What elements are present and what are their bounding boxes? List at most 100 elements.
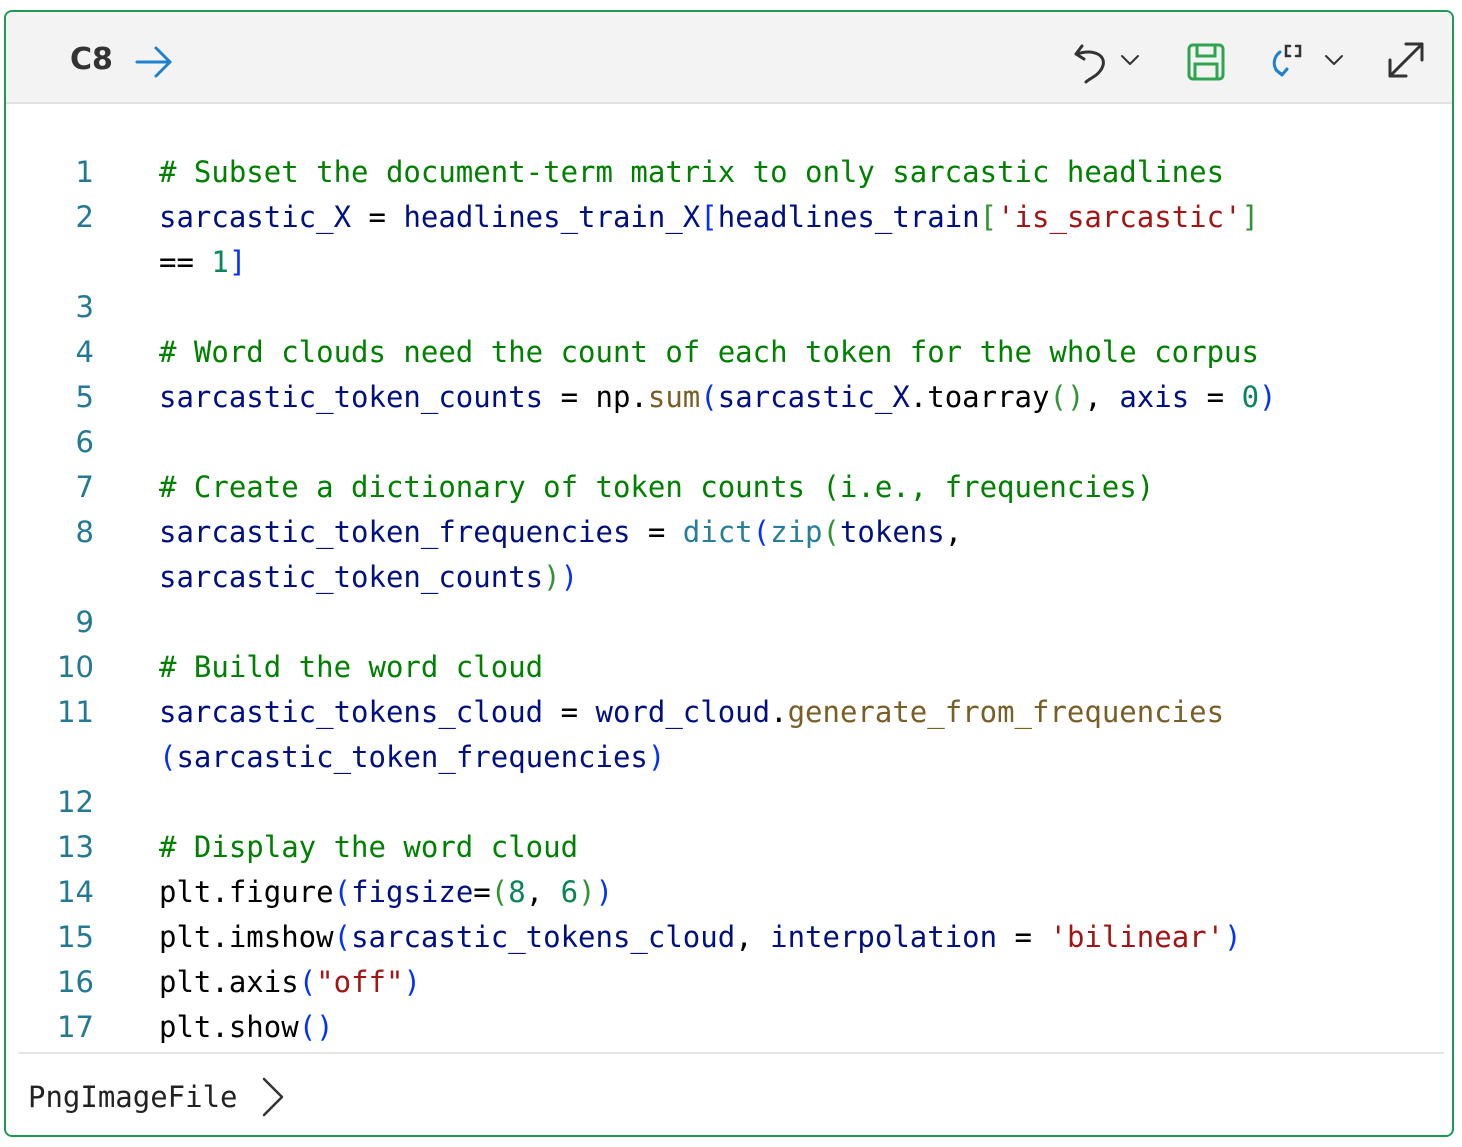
code-token: 1	[211, 245, 229, 279]
code-token: sum	[647, 380, 701, 414]
code-token: "off"	[316, 965, 404, 999]
code-token: 0	[1241, 380, 1260, 414]
code-line[interactable]: 3	[6, 285, 1452, 330]
code-line[interactable]: 4 # Word clouds need the count of each to…	[6, 330, 1452, 375]
code-token: .	[770, 695, 788, 729]
line-number: 13	[57, 830, 94, 864]
code-text: # Display the word cloud	[159, 825, 578, 870]
code-token: sarcastic_token_counts	[159, 560, 544, 594]
output-divider	[18, 1052, 1444, 1054]
code-token: (	[700, 380, 718, 414]
code-token: plt.axis	[159, 965, 299, 999]
code-text: sarcastic_X = headlines_train_X[headline…	[159, 195, 1259, 240]
code-token: headlines_train	[717, 200, 980, 234]
code-token: ]	[1241, 200, 1260, 234]
code-token: (	[490, 875, 509, 909]
line-number: 7	[75, 470, 94, 504]
code-line[interactable]: 17 plt.show()	[6, 1005, 1452, 1050]
arrow-right-icon[interactable]	[134, 42, 174, 82]
code-line[interactable]: 13 # Display the word cloud	[6, 825, 1452, 870]
code-line[interactable]: 5 sarcastic_token_counts = np.sum(sarcast…	[6, 375, 1452, 420]
save-icon[interactable]	[1186, 40, 1226, 84]
code-token: plt.show	[159, 1010, 299, 1044]
code-token: =	[997, 920, 1050, 954]
code-token: figsize	[351, 875, 474, 909]
code-token: 'bilinear'	[1049, 920, 1225, 954]
line-number: 16	[57, 965, 94, 999]
code-token: ,	[944, 515, 963, 549]
code-line[interactable]: 9	[6, 600, 1452, 645]
line-number: 12	[57, 785, 94, 819]
code-token: sarcastic_token_frequencies	[159, 515, 631, 549]
code-line[interactable]: 14 plt.figure(figsize=(8, 6))	[6, 870, 1452, 915]
code-token: generate_from_frequencies	[787, 695, 1225, 729]
line-number: 6	[75, 425, 94, 459]
code-text: # Create a dictionary of token counts (i…	[159, 465, 1154, 510]
line-number: 17	[57, 1010, 94, 1044]
cell-header: C8	[6, 12, 1452, 104]
code-token: =	[351, 200, 404, 234]
code-token: )	[1259, 380, 1277, 414]
code-line[interactable]: 11 sarcastic_tokens_cloud = word_cloud.ge…	[6, 690, 1452, 735]
code-token: sarcastic_X	[159, 200, 352, 234]
line-number: 10	[57, 650, 94, 684]
code-token: interpolation	[770, 920, 998, 954]
code-line[interactable]: 2 sarcastic_X = headlines_train_X[headlin…	[6, 195, 1452, 240]
code-token: (	[333, 920, 352, 954]
code-token: 8	[508, 875, 526, 909]
line-number: 15	[57, 920, 94, 954]
code-token: plt.imshow	[159, 920, 334, 954]
code-token: ,	[525, 875, 561, 909]
code-text: # Subset the document-term matrix to onl…	[159, 150, 1224, 195]
code-token: [	[700, 200, 718, 234]
code-text: sarcastic_token_counts))	[159, 555, 578, 600]
code-token: [	[979, 200, 998, 234]
code-token: (	[159, 740, 177, 774]
code-token: ]	[228, 245, 247, 279]
code-line[interactable]: sarcastic_token_counts))	[6, 555, 1452, 600]
code-token: # Build the word cloud	[159, 650, 544, 684]
code-line[interactable]: 7 # Create a dictionary of token counts (…	[6, 465, 1452, 510]
expand-icon[interactable]	[1384, 38, 1428, 82]
code-token: axis	[1119, 380, 1190, 414]
code-token: # Display the word cloud	[159, 830, 579, 864]
line-number: 14	[57, 875, 94, 909]
undo-icon	[1074, 44, 1105, 84]
output-item[interactable]: PngImageFile	[28, 1074, 286, 1120]
code-line[interactable]: 1 # Subset the document-term matrix to on…	[6, 150, 1452, 195]
code-line[interactable]: == 1]	[6, 240, 1452, 285]
code-token: tokens	[839, 515, 945, 549]
line-number: 3	[75, 290, 94, 324]
code-token: sarcastic_tokens_cloud	[159, 695, 544, 729]
chevron-right-icon[interactable]	[258, 1076, 286, 1118]
code-token: (	[298, 965, 317, 999]
line-number: 11	[57, 695, 94, 729]
line-number: 4	[75, 335, 94, 369]
code-text: plt.show()	[159, 1005, 334, 1050]
undo-button[interactable]	[1070, 38, 1140, 84]
code-token: )	[403, 965, 421, 999]
code-token: # Word clouds need the count of each tok…	[159, 335, 1259, 369]
code-line[interactable]: 8 sarcastic_token_frequencies = dict(zip(…	[6, 510, 1452, 555]
refresh-button[interactable]	[1268, 38, 1348, 82]
code-token: dict	[682, 515, 753, 549]
code-token: ()	[298, 1010, 334, 1044]
code-line[interactable]: 10 # Build the word cloud	[6, 645, 1452, 690]
code-line[interactable]: 16 plt.axis("off")	[6, 960, 1452, 1005]
code-line[interactable]: 6	[6, 420, 1452, 465]
code-editor[interactable]: 1 # Subset the document-term matrix to on…	[6, 116, 1452, 1046]
code-text: sarcastic_token_frequencies = dict(zip(t…	[159, 510, 962, 555]
code-token: zip	[770, 515, 823, 549]
code-token: # Create a dictionary of token counts (i…	[159, 470, 1155, 504]
code-token: .toarray	[909, 380, 1050, 414]
code-token: )	[543, 560, 561, 594]
code-line[interactable]: 15 plt.imshow(sarcastic_tokens_cloud, int…	[6, 915, 1452, 960]
line-number: 5	[75, 380, 94, 414]
code-token: 6	[560, 875, 579, 909]
code-line[interactable]: 12	[6, 780, 1452, 825]
code-token: (	[822, 515, 840, 549]
code-text: # Build the word cloud	[159, 645, 543, 690]
code-token: =	[1189, 380, 1242, 414]
code-text: plt.axis("off")	[159, 960, 421, 1005]
code-line[interactable]: (sarcastic_token_frequencies)	[6, 735, 1452, 780]
